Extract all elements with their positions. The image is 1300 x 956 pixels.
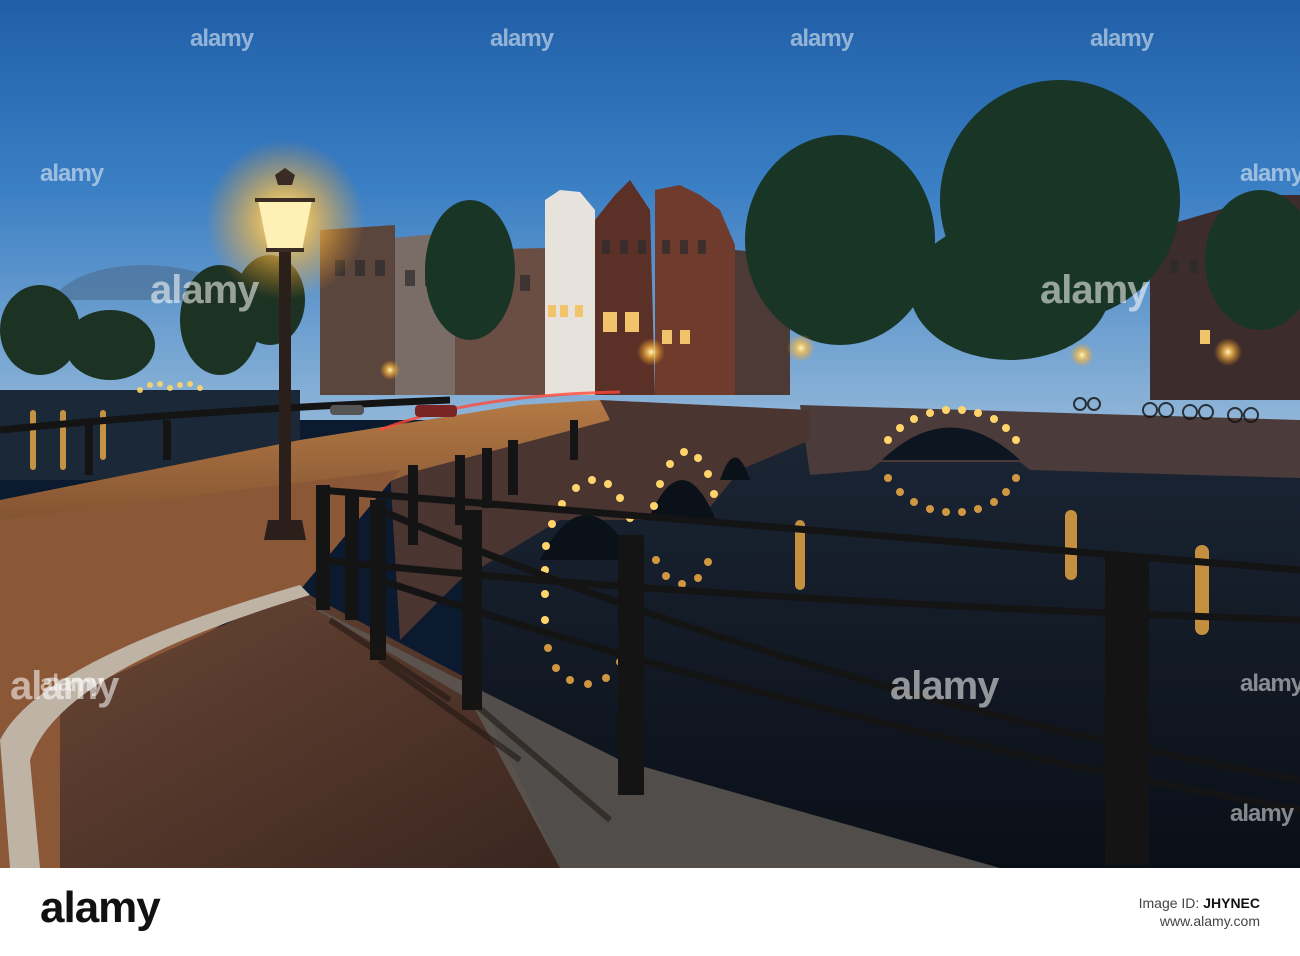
alamy-logo: alamy xyxy=(40,883,161,932)
amsterdam-canal-night-scene xyxy=(0,0,1300,868)
image-id-label: Image ID: xyxy=(1138,895,1200,911)
image-meta: Image ID: JHYNEC www.alamy.com xyxy=(1139,894,1260,930)
image-id: JHYNEC xyxy=(1203,895,1260,911)
footer-bar: alamy Image ID: JHYNEC www.alamy.com xyxy=(0,868,1300,956)
site-url: www.alamy.com xyxy=(1159,913,1260,929)
photo: alamy alamy alamy alamy alamy alamy alam… xyxy=(0,0,1300,868)
